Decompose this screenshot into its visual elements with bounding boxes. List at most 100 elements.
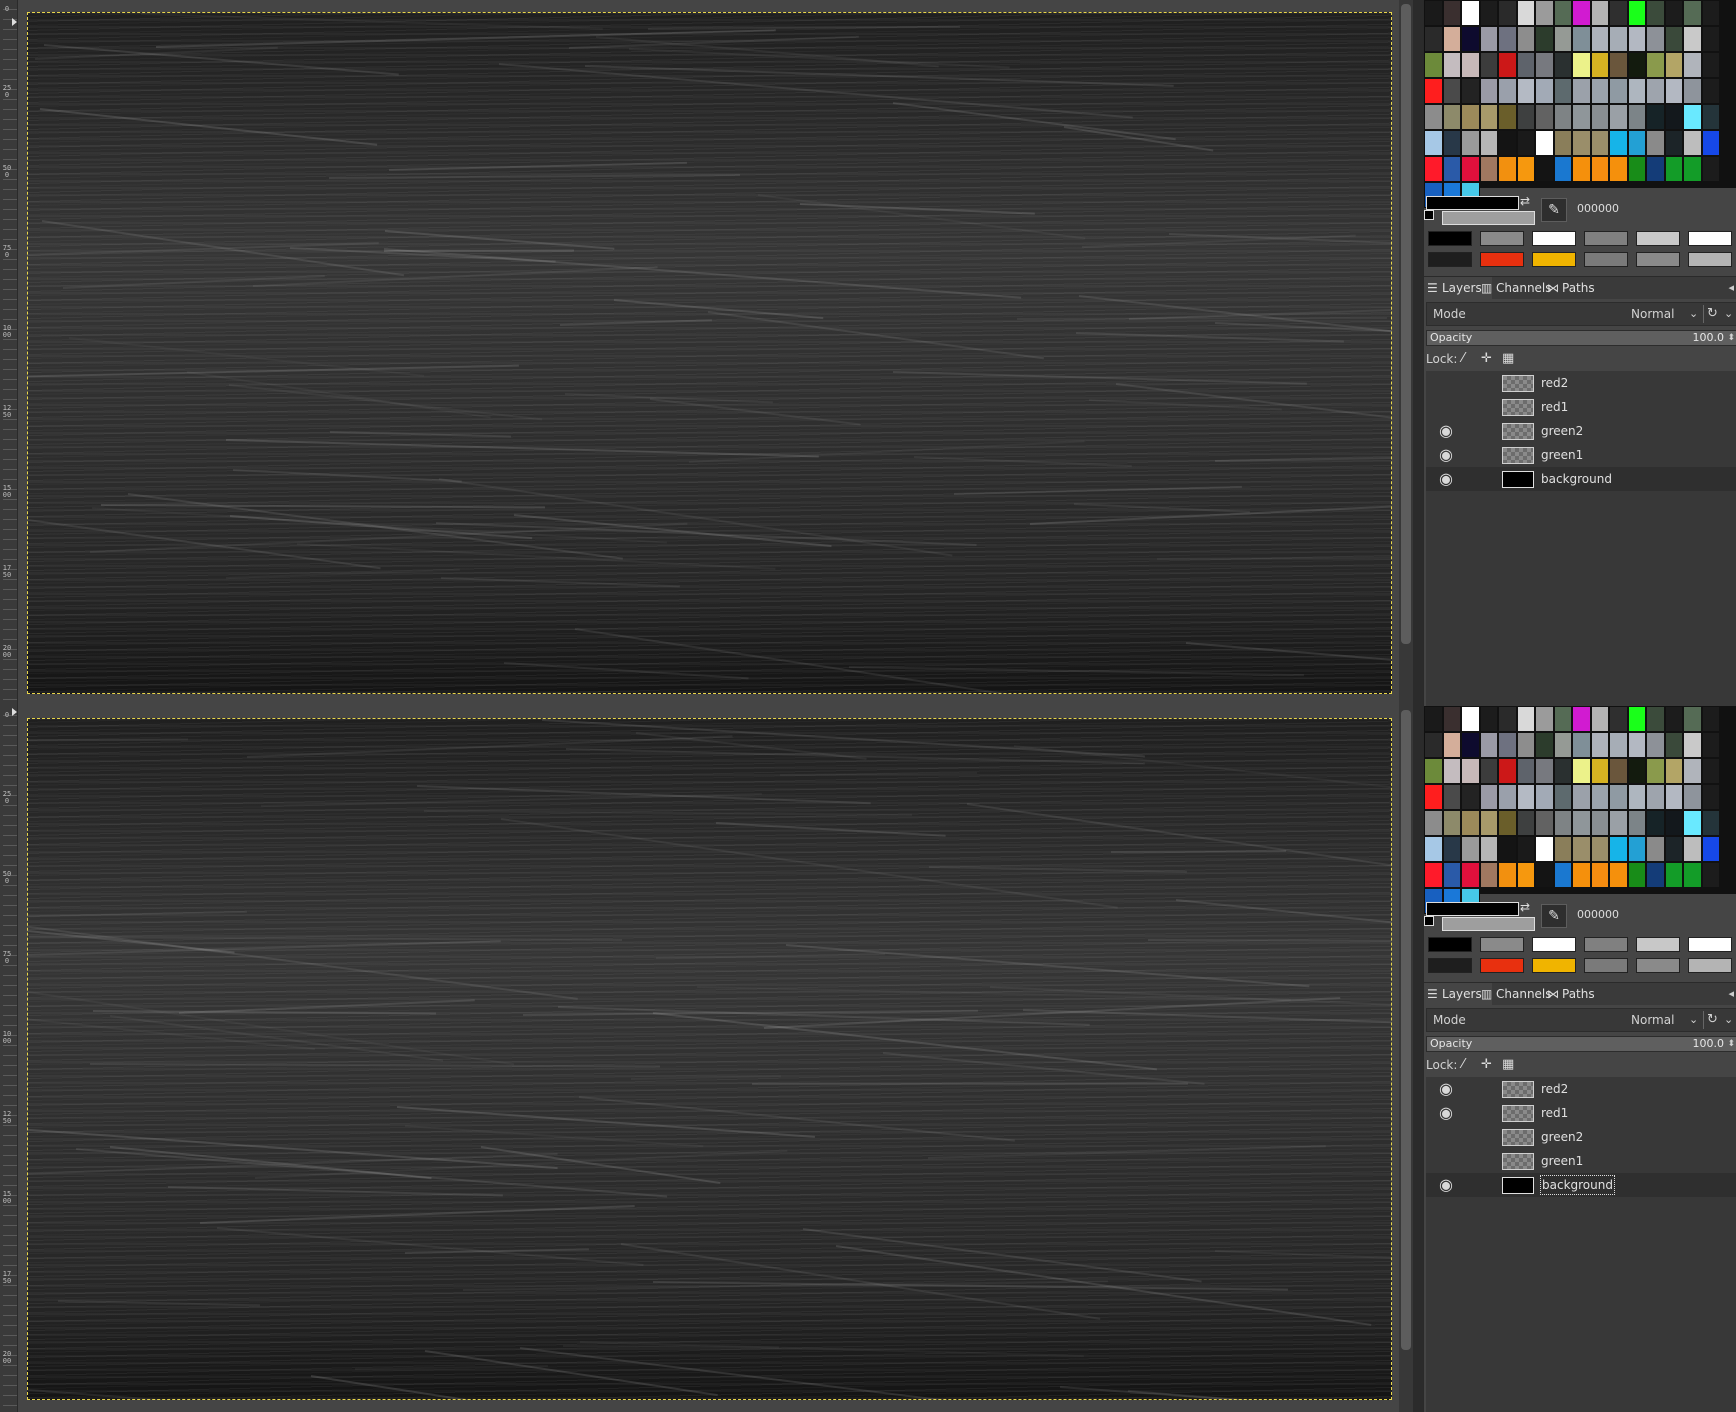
palette-swatch[interactable]	[1535, 862, 1554, 888]
palette-swatch[interactable]	[1646, 784, 1665, 810]
palette-swatch[interactable]	[1609, 156, 1628, 182]
palette-swatch[interactable]	[1683, 758, 1702, 784]
palette-swatch[interactable]	[1664, 78, 1683, 104]
palette-swatch[interactable]	[1442, 706, 1461, 732]
palette-swatch[interactable]	[1442, 758, 1461, 784]
palette-swatch[interactable]	[1553, 26, 1572, 52]
layer-thumbnail[interactable]	[1502, 423, 1534, 440]
palette-swatch[interactable]	[1664, 156, 1683, 182]
palette-swatch[interactable]	[1683, 156, 1702, 182]
palette-swatch[interactable]	[1498, 836, 1517, 862]
palette-swatch[interactable]	[1424, 52, 1443, 78]
palette-swatch[interactable]	[1424, 104, 1443, 130]
swap-colors-icon[interactable]: ⇄	[1520, 900, 1530, 914]
palette-swatch[interactable]	[1701, 26, 1720, 52]
layer-thumbnail[interactable]	[1502, 1105, 1534, 1122]
layer-thumbnail[interactable]	[1502, 447, 1534, 464]
spinner-icon[interactable]: ⬍	[1727, 331, 1735, 345]
recent-color-swatch[interactable]	[1636, 252, 1680, 267]
palette-swatch[interactable]	[1424, 156, 1443, 182]
recent-color-swatch[interactable]	[1584, 231, 1628, 246]
palette-swatch[interactable]	[1572, 836, 1591, 862]
opacity-slider[interactable]: Opacity 100.0 ⬍	[1426, 1036, 1736, 1052]
palette-swatch[interactable]	[1609, 104, 1628, 130]
palette-swatch[interactable]	[1590, 130, 1609, 156]
palette-swatch[interactable]	[1535, 26, 1554, 52]
palette-swatch[interactable]	[1627, 862, 1646, 888]
lock-pixels-icon[interactable]: ⁄	[1462, 350, 1464, 368]
palette-swatch[interactable]	[1590, 26, 1609, 52]
panel-divider[interactable]	[1413, 706, 1423, 1412]
palette-swatch[interactable]	[1498, 156, 1517, 182]
chevron-down-icon[interactable]: ⌄	[1724, 303, 1733, 325]
palette-swatch[interactable]	[1442, 26, 1461, 52]
reset-colors-icon[interactable]	[1424, 210, 1434, 220]
visibility-eye-icon[interactable]	[1436, 395, 1456, 419]
recent-color-swatch[interactable]	[1584, 252, 1628, 267]
image-canvas[interactable]	[27, 12, 1392, 694]
canvas-area[interactable]	[18, 0, 1413, 706]
recent-color-swatch[interactable]	[1688, 958, 1732, 973]
layer-mode-select[interactable]: Mode Normal ⌄ ↻ ⌄	[1426, 302, 1736, 326]
palette-swatch[interactable]	[1461, 26, 1480, 52]
palette-swatch[interactable]	[1461, 156, 1480, 182]
palette-swatch[interactable]	[1627, 810, 1646, 836]
palette-swatch[interactable]	[1572, 784, 1591, 810]
palette-swatch[interactable]	[1590, 758, 1609, 784]
palette-swatch[interactable]	[1461, 810, 1480, 836]
palette-swatch[interactable]	[1609, 732, 1628, 758]
palette-swatch[interactable]	[1461, 104, 1480, 130]
palette-swatch[interactable]	[1664, 732, 1683, 758]
visibility-eye-icon[interactable]	[1436, 1125, 1456, 1149]
color-picker-button[interactable]: ✎	[1541, 198, 1567, 222]
visibility-eye-icon[interactable]	[1436, 371, 1456, 395]
palette-swatch[interactable]	[1479, 732, 1498, 758]
palette-swatch[interactable]	[1664, 104, 1683, 130]
palette-swatch[interactable]	[1701, 156, 1720, 182]
palette-swatch[interactable]	[1479, 52, 1498, 78]
palette-swatch[interactable]	[1498, 758, 1517, 784]
recent-color-swatch[interactable]	[1428, 231, 1472, 246]
palette-swatch[interactable]	[1479, 706, 1498, 732]
palette-swatch[interactable]	[1535, 810, 1554, 836]
palette-swatch[interactable]	[1590, 784, 1609, 810]
palette-swatch[interactable]	[1553, 130, 1572, 156]
palette-swatch[interactable]	[1424, 810, 1443, 836]
palette-swatch[interactable]	[1498, 130, 1517, 156]
foreground-color-swatch[interactable]	[1426, 196, 1519, 210]
layer-row[interactable]: green1	[1426, 1149, 1736, 1173]
layer-name[interactable]: red1	[1541, 395, 1568, 419]
palette-swatch[interactable]	[1572, 862, 1591, 888]
palette-swatch[interactable]	[1424, 78, 1443, 104]
layer-row[interactable]: ◉ green1	[1426, 443, 1736, 467]
layer-name[interactable]: background	[1540, 1175, 1615, 1195]
recent-color-swatch[interactable]	[1688, 231, 1732, 246]
palette-swatch[interactable]	[1461, 52, 1480, 78]
palette-swatch[interactable]	[1590, 78, 1609, 104]
layer-name[interactable]: green1	[1541, 1149, 1583, 1173]
palette-swatch[interactable]	[1516, 784, 1535, 810]
palette-swatch[interactable]	[1646, 862, 1665, 888]
palette-swatch[interactable]	[1701, 862, 1720, 888]
palette-swatch[interactable]	[1442, 862, 1461, 888]
recent-color-swatch[interactable]	[1688, 937, 1732, 952]
palette-swatch[interactable]	[1461, 130, 1480, 156]
visibility-eye-icon[interactable]: ◉	[1436, 1173, 1456, 1197]
palette-swatch[interactable]	[1424, 26, 1443, 52]
palette-swatch[interactable]	[1535, 706, 1554, 732]
visibility-eye-icon[interactable]: ◉	[1436, 443, 1456, 467]
palette-swatch[interactable]	[1701, 52, 1720, 78]
palette-swatch[interactable]	[1572, 706, 1591, 732]
palette-swatch[interactable]	[1683, 52, 1702, 78]
palette-swatch[interactable]	[1553, 810, 1572, 836]
palette-swatch[interactable]	[1553, 0, 1572, 26]
palette-swatch[interactable]	[1535, 732, 1554, 758]
layer-name[interactable]: red2	[1541, 371, 1568, 395]
palette-swatch[interactable]	[1646, 104, 1665, 130]
scrollbar-thumb[interactable]	[1401, 4, 1411, 644]
palette-swatch[interactable]	[1516, 836, 1535, 862]
palette-swatch[interactable]	[1442, 156, 1461, 182]
palette-swatch[interactable]	[1442, 52, 1461, 78]
palette-swatch[interactable]	[1646, 836, 1665, 862]
palette-swatch[interactable]	[1664, 784, 1683, 810]
